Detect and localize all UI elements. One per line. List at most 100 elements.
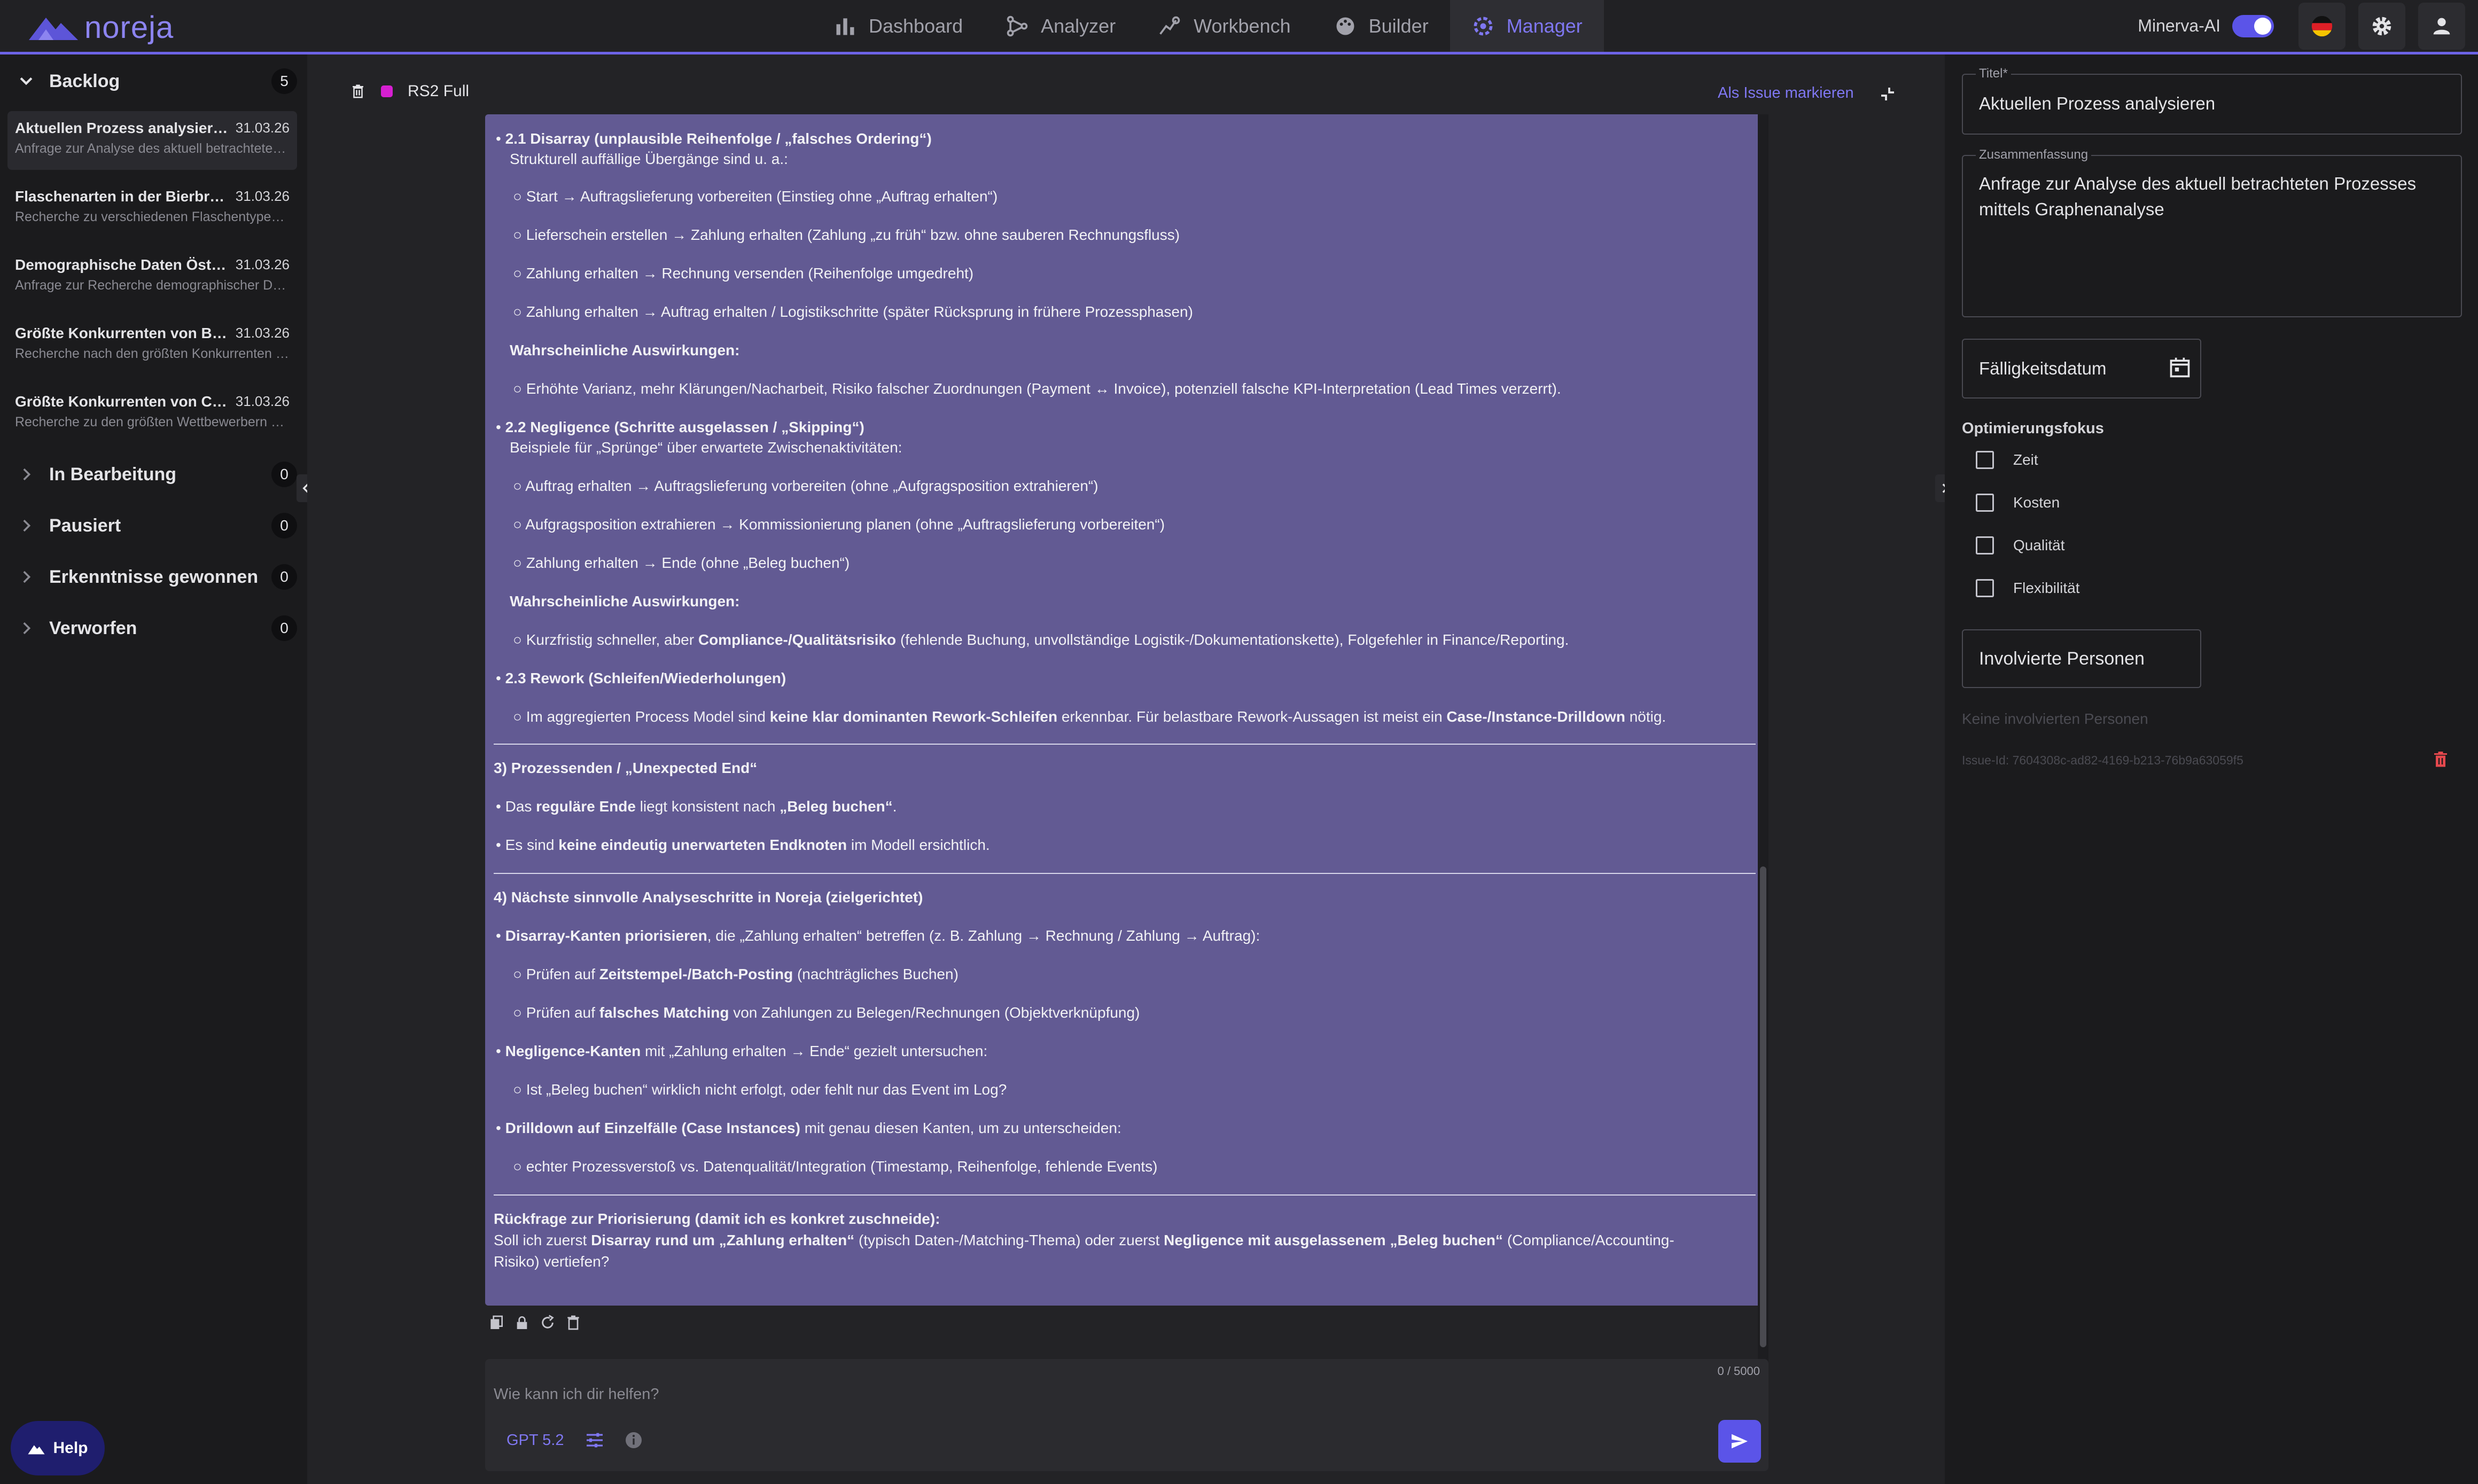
char-counter: 0 / 5000 [1717, 1364, 1760, 1378]
s4-sub-bullet: ○ Ist „Beleg buchen“ wirklich nicht erfo… [513, 1081, 1007, 1098]
tune-icon[interactable] [584, 1430, 605, 1451]
search-graph-icon [1159, 16, 1180, 35]
chevron-right-icon [23, 622, 31, 635]
delete-issue-icon[interactable] [2431, 750, 2450, 769]
account-button[interactable] [2418, 2, 2465, 50]
title-field-value: Aktuellen Prozess analysieren [1979, 93, 2216, 113]
divider [494, 873, 1756, 874]
nav-analyzer-label: Analyzer [1041, 14, 1116, 37]
refresh-icon[interactable] [539, 1314, 556, 1331]
list-item[interactable]: Größte Konkurrenten von Brauereien 31.03… [7, 316, 297, 375]
lock-icon[interactable] [513, 1314, 531, 1331]
summary-field[interactable]: Zusammenfassung Anfrage zur Analyse des … [1962, 147, 2462, 317]
s4-sub-bullet: ○ echter Prozessverstoß vs. Datenqualitä… [513, 1158, 1158, 1175]
item-subtitle: Anfrage zur Analyse des aktuell betracht… [15, 141, 290, 156]
focus-option-qualitaet[interactable]: Qualität [1976, 536, 2065, 554]
focus-option-label: Zeit [2013, 451, 2038, 468]
divider [494, 1194, 1756, 1196]
question-text-cont: Risiko) vertiefen? [494, 1253, 610, 1270]
group-count: 5 [271, 68, 297, 94]
group-verworfen[interactable]: Verworfen 0 [0, 607, 305, 650]
divider [494, 744, 1756, 745]
brand-logo[interactable]: noreja [28, 10, 174, 45]
list-item[interactable]: Demographische Daten Österreich 31.03.26… [7, 248, 297, 307]
group-count: 0 [271, 615, 297, 641]
info-icon[interactable] [623, 1430, 644, 1451]
summary-field-label: Zusammenfassung [1976, 147, 2092, 162]
trash-icon[interactable] [565, 1314, 582, 1331]
copy-icon[interactable] [488, 1314, 505, 1331]
no-persons-text: Keine involvierten Personen [1962, 710, 2148, 727]
item-title: Größte Konkurrenten von Certain [15, 393, 229, 410]
item-title: Größte Konkurrenten von Brauereien [15, 325, 229, 341]
checkbox[interactable] [1976, 536, 1994, 554]
calendar-icon[interactable] [2168, 356, 2192, 379]
chat-scroll-thumb[interactable] [1760, 866, 1766, 1347]
group-backlog[interactable]: Backlog 5 [0, 60, 305, 103]
s21-bullet: ○ Start → Auftragslieferung vorbereiten … [513, 188, 998, 205]
title-field[interactable]: Titel* Aktuellen Prozess analysieren [1962, 66, 2462, 135]
focus-option-flexibilitaet[interactable]: Flexibilität [1976, 579, 2079, 597]
assistant-message: • 2.1 Disarray (unplausible Reihenfolge … [485, 114, 1765, 1306]
group-count: 0 [271, 513, 297, 538]
focus-option-kosten[interactable]: Kosten [1976, 494, 2060, 512]
group-label: Verworfen [49, 618, 137, 638]
summary-line-2: mittels Graphenanalyse [1979, 199, 2164, 219]
group-erkenntnisse[interactable]: Erkenntnisse gewonnen 0 [0, 556, 305, 598]
gear-icon [2372, 17, 2391, 35]
checkbox[interactable] [1976, 579, 1994, 597]
s4-sub-bullet: ○ Prüfen auf Zeitstempel-/Batch-Posting … [513, 966, 959, 982]
issue-id: Issue-Id: 7604308c-ad82-4169-b213-76b9a6… [1962, 753, 2243, 767]
list-item[interactable]: Aktuellen Prozess analysieren 31.03.26 A… [7, 111, 297, 170]
item-subtitle: Anfrage zur Recherche demographischer Da… [15, 278, 290, 293]
s3-bullet: • Das reguläre Ende liegt konsistent nac… [496, 798, 897, 815]
issue-sidebar: Backlog 5 Aktuellen Prozess analysieren … [0, 54, 305, 1484]
focus-option-zeit[interactable]: Zeit [1976, 451, 2038, 469]
effects-label: Wahrscheinliche Auswirkungen: [510, 593, 740, 610]
mark-as-issue-link[interactable]: Als Issue markieren [1718, 84, 1854, 102]
nav-manager-label: Manager [1506, 14, 1583, 37]
nav-manager[interactable]: Manager [1450, 0, 1604, 52]
chat-input[interactable]: Wie kann ich dir helfen? [494, 1386, 659, 1403]
s23-bullet: ○ Im aggregierten Process Model sind kei… [513, 708, 1666, 725]
minerva-ai-label: Minerva-AI [2138, 16, 2220, 35]
send-button[interactable] [1718, 1420, 1761, 1463]
effects-label: Wahrscheinliche Auswirkungen: [510, 342, 740, 358]
nav-workbench[interactable]: Workbench [1137, 0, 1312, 52]
list-item[interactable]: Flaschenarten in der Bierbranche 31.03.2… [7, 179, 297, 238]
nav-workbench-label: Workbench [1194, 14, 1291, 37]
s21-title: • 2.1 Disarray (unplausible Reihenfolge … [496, 130, 932, 147]
help-label: Help [53, 1439, 88, 1457]
checkbox[interactable] [1976, 494, 1994, 512]
item-date: 31.03.26 [235, 120, 290, 136]
involved-persons-button[interactable]: Involvierte Personen [1962, 629, 2201, 688]
chevron-down-icon [20, 77, 33, 85]
nav-dashboard[interactable]: Dashboard [812, 0, 984, 52]
group-count: 0 [271, 462, 297, 487]
model-selector[interactable]: GPT 5.2 [506, 1432, 564, 1449]
settings-button[interactable] [2358, 2, 2405, 50]
item-date: 31.03.26 [235, 325, 290, 341]
due-date-field[interactable]: Fälligkeitsdatum [1962, 339, 2201, 399]
checkbox[interactable] [1976, 451, 1994, 469]
nav-builder-label: Builder [1368, 14, 1429, 37]
focus-option-label: Kosten [2013, 494, 2060, 511]
help-button[interactable]: Help [11, 1421, 105, 1475]
item-title: Flaschenarten in der Bierbranche [15, 188, 229, 205]
nav-builder[interactable]: Builder [1312, 0, 1450, 52]
minerva-ai-toggle[interactable] [2232, 14, 2274, 37]
language-button[interactable] [2298, 2, 2345, 50]
title-field-label: Titel* [1976, 66, 2011, 81]
trash-icon[interactable] [350, 83, 366, 99]
s4-sub-bullet: ○ Prüfen auf falsches Matching von Zahlu… [513, 1004, 1140, 1021]
chat-composer: 0 / 5000 Wie kann ich dir helfen? GPT 5.… [485, 1359, 1768, 1471]
collapse-arrows-icon[interactable] [1878, 84, 1897, 104]
nav-analyzer[interactable]: Analyzer [984, 0, 1137, 52]
s4-bullet: • Drilldown auf Einzelfälle (Case Instan… [496, 1120, 1121, 1136]
group-label: Pausiert [49, 515, 121, 536]
list-item[interactable]: Größte Konkurrenten von Certain 31.03.26… [7, 385, 297, 443]
focus-option-label: Qualität [2013, 537, 2065, 553]
group-label: Erkenntnisse gewonnen [49, 566, 259, 587]
group-in-bearbeitung[interactable]: In Bearbeitung 0 [0, 453, 305, 496]
group-pausiert[interactable]: Pausiert 0 [0, 504, 305, 547]
